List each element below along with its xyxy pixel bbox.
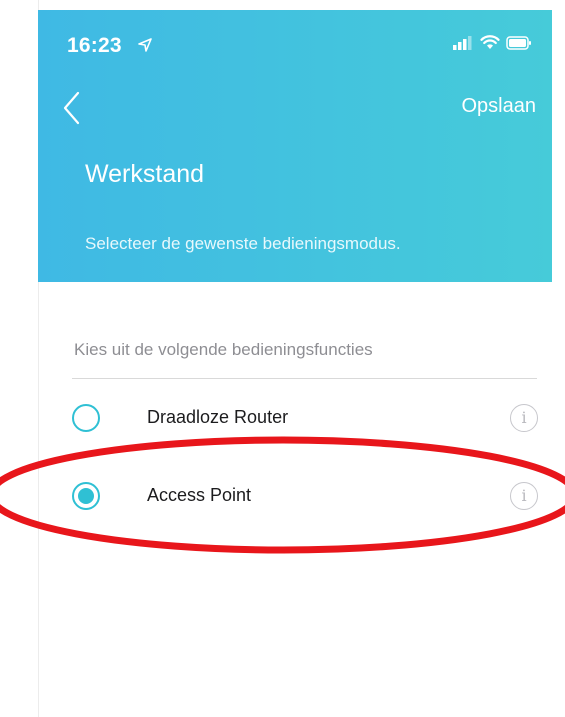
back-button[interactable] xyxy=(60,90,84,126)
status-icons xyxy=(452,35,532,55)
location-arrow-icon xyxy=(138,38,152,57)
left-frame-edge xyxy=(0,0,39,717)
wifi-icon xyxy=(480,35,500,55)
battery-icon xyxy=(506,35,532,55)
option-label: Access Point xyxy=(147,485,252,505)
app-screen: 16:23 Opslaan Werkstand Selecteer de gew… xyxy=(0,0,565,717)
header-banner: 16:23 Opslaan Werkstand Selecteer de gew… xyxy=(38,10,552,282)
page-subtitle: Selecteer de gewenste bedieningsmodus. xyxy=(85,234,401,253)
option-access-point[interactable]: Access Point i xyxy=(60,470,540,526)
info-icon[interactable]: i xyxy=(510,404,538,432)
status-bar: 16:23 xyxy=(38,10,552,68)
section-divider xyxy=(72,378,537,379)
radio-button-selected[interactable] xyxy=(72,482,100,510)
section-label: Kies uit de volgende bedieningsfuncties xyxy=(74,340,373,359)
info-icon[interactable]: i xyxy=(510,482,538,510)
option-draadloze-router[interactable]: Draadloze Router i xyxy=(60,392,540,448)
radio-button[interactable] xyxy=(72,404,100,432)
chevron-left-icon xyxy=(63,91,80,125)
nav-bar: Opslaan xyxy=(38,84,552,134)
page-title: Werkstand xyxy=(85,160,205,188)
option-label: Draadloze Router xyxy=(147,407,289,427)
save-button[interactable]: Opslaan xyxy=(462,95,537,118)
cellular-signal-icon xyxy=(452,35,474,55)
status-time: 16:23 xyxy=(67,34,122,57)
